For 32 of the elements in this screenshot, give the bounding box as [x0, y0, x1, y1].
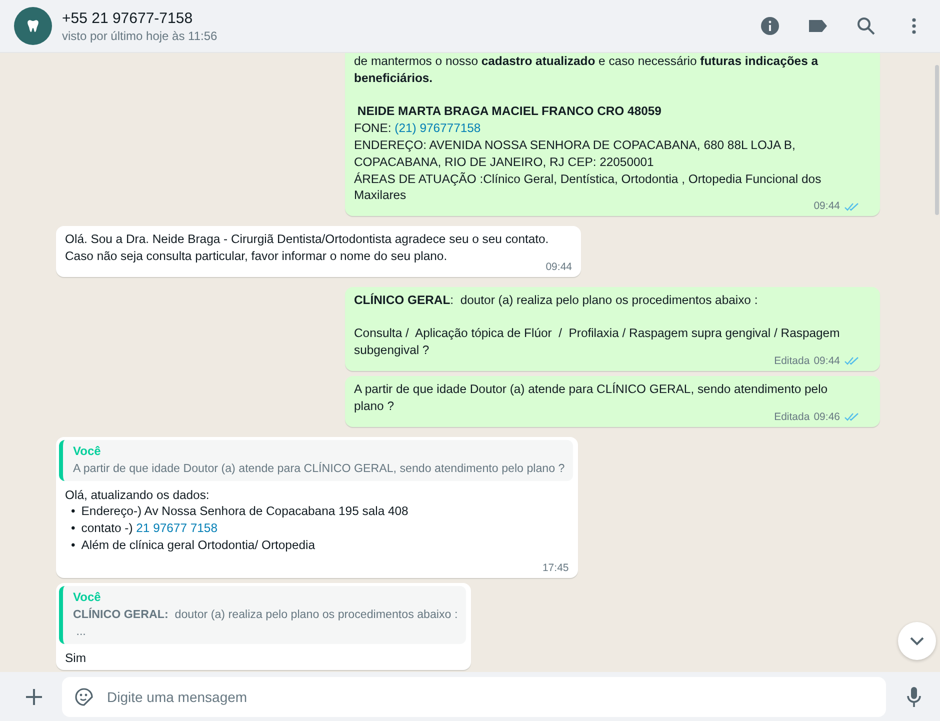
quote-text: A partir de que idade Doutor (a) atende para CLÍNICO GERAL, sendo atendimento pelo plano ? — [73, 460, 565, 477]
scroll-down-button[interactable] — [898, 622, 936, 660]
message-text: CLÍNICO GERAL: doutor (a) realiza pelo plano os procedimentos abaixo : — [354, 292, 759, 309]
quote-author: Você — [73, 588, 102, 606]
message-text: Olá, atualizando os dados: — [65, 486, 210, 504]
chevron-down-icon — [910, 636, 924, 646]
quote-author: Você — [73, 442, 102, 460]
quote-text: CLÍNICO GERAL: doutor (a) realiza pelo plano os procedimentos abaixo : — [73, 606, 458, 623]
message-text: Sim — [65, 650, 87, 667]
info-icon[interactable] — [758, 14, 782, 38]
contact-name: +55 21 97677-7158 — [62, 10, 194, 26]
list-item: Endereço-) Av Nossa Senhora de Copacabana 195 sala 408 — [81, 503, 408, 520]
quoted-message[interactable]: Você CLÍNICO GERAL: doutor (a) realiza pelo plano os procedimentos abaixo : ... — [59, 586, 466, 644]
last-seen-status: visto por último hoje às 11:56 — [62, 28, 218, 42]
list-item: Além de clínica geral Ortodontia/ Ortopedia — [81, 536, 315, 554]
message-composer[interactable]: Digite uma mensagem — [62, 676, 886, 716]
scrollbar[interactable] — [935, 65, 939, 215]
bullet: • — [71, 503, 76, 520]
message-time: 17:45 — [542, 560, 569, 576]
message-text: NEIDE MARTA BRAGA MACIEL FRANCO CRO 48059 — [356, 103, 662, 120]
phone-link[interactable]: (21) 976777158 — [394, 121, 481, 136]
bullet: • — [71, 520, 76, 537]
sticker-icon[interactable] — [74, 686, 94, 706]
message-text: de mantermos o nosso cadastro atualizado e caso necessário futuras indicações a beneficiários. — [354, 53, 820, 87]
quote-text: ... — [75, 624, 87, 640]
message-text: FONE: (21) 976777158 — [354, 120, 482, 137]
quoted-message[interactable]: Você A partir de que idade Doutor (a) atende para CLÍNICO GERAL, sendo atendimento pelo plano ? — [59, 440, 573, 481]
phone-link[interactable]: 21 97677 7158 — [136, 521, 218, 536]
message-text: ENDEREÇO: AVENIDA NOSSA SENHORA DE COPACABANA, 680 88L LOJA B, COPACABANA, RIO DE JANEIRO, RJ CEP: 22050001 — [354, 136, 796, 171]
bullet: • — [71, 536, 76, 554]
list-item: contato -) 21 97677 7158 — [81, 520, 218, 537]
contact-avatar[interactable] — [14, 7, 52, 45]
